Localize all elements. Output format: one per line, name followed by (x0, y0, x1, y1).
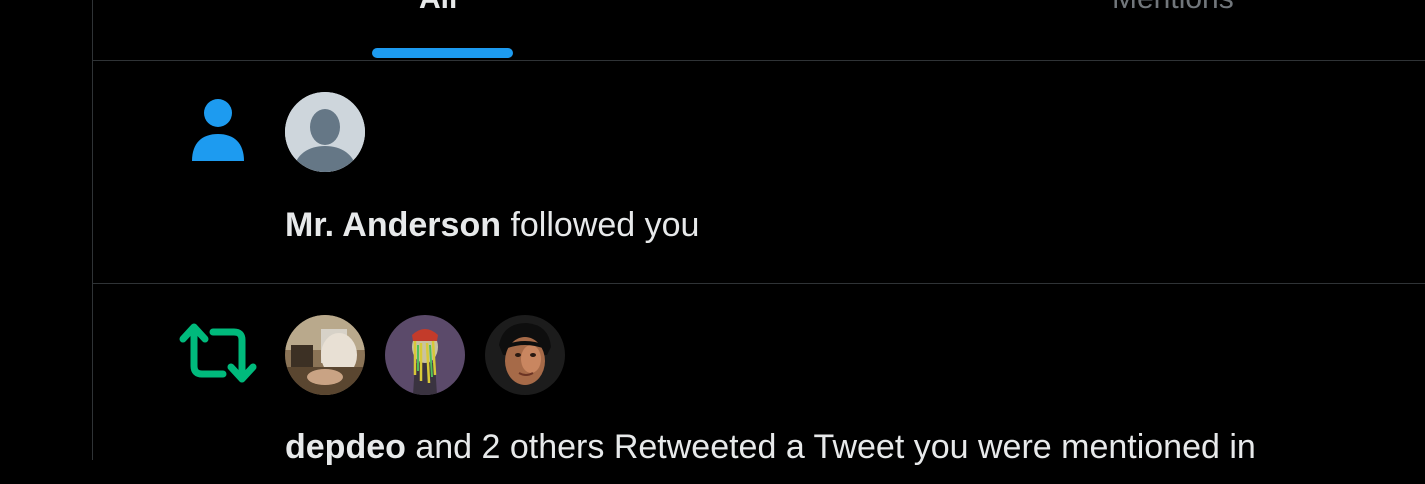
user-photo-3 (485, 315, 565, 395)
notification-message: followed you (501, 206, 700, 244)
avatar[interactable] (385, 315, 465, 395)
tab-all-label: All (419, 0, 457, 16)
user-photo-2 (385, 315, 465, 395)
tab-mentions-label: Mentions (1112, 0, 1234, 16)
user-name[interactable]: Mr. Anderson (285, 206, 501, 244)
notification-text: depdeo and 2 others Retweeted a Tweet yo… (285, 428, 1256, 467)
avatar[interactable] (285, 92, 365, 172)
tab-mentions[interactable]: Mentions (1112, 0, 1292, 61)
notification-text: Mr. Anderson followed you (285, 206, 699, 245)
notification-message: and 2 others Retweeted a Tweet you were … (405, 428, 1256, 466)
tab-all[interactable]: All (372, 0, 513, 61)
person-icon (192, 99, 244, 161)
user-photo-1 (285, 315, 365, 395)
user-name[interactable]: depdeo (285, 428, 406, 466)
active-tab-indicator (372, 48, 513, 58)
avatar[interactable] (285, 315, 365, 395)
notifications-tabs: All Mentions (93, 0, 1425, 61)
notification-retweet[interactable]: depdeo and 2 others Retweeted a Tweet yo… (93, 284, 1425, 484)
notifications-column: All Mentions Mr. Anderson followed you (92, 0, 1425, 466)
retweet-icon (179, 323, 257, 383)
default-profile-icon (285, 92, 365, 172)
notification-follow[interactable]: Mr. Anderson followed you (93, 62, 1425, 284)
avatar[interactable] (485, 315, 565, 395)
